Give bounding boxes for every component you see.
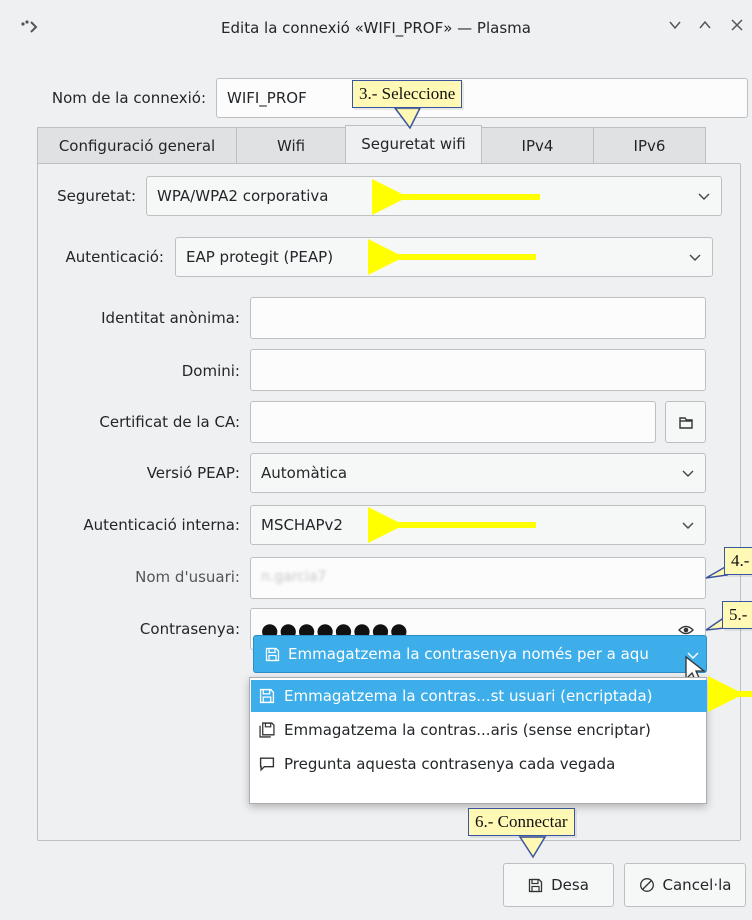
callout-6-pointer [518,836,547,859]
callout-step-6: 6.- Connectar [468,808,575,836]
callout-step-5: 5.- [722,601,752,629]
annotation-arrows [368,107,752,859]
callout-step-4: 4.- [724,547,752,575]
callout-3-pointer [393,107,422,130]
callout-step-3: 3.- Seleccione [352,80,463,108]
